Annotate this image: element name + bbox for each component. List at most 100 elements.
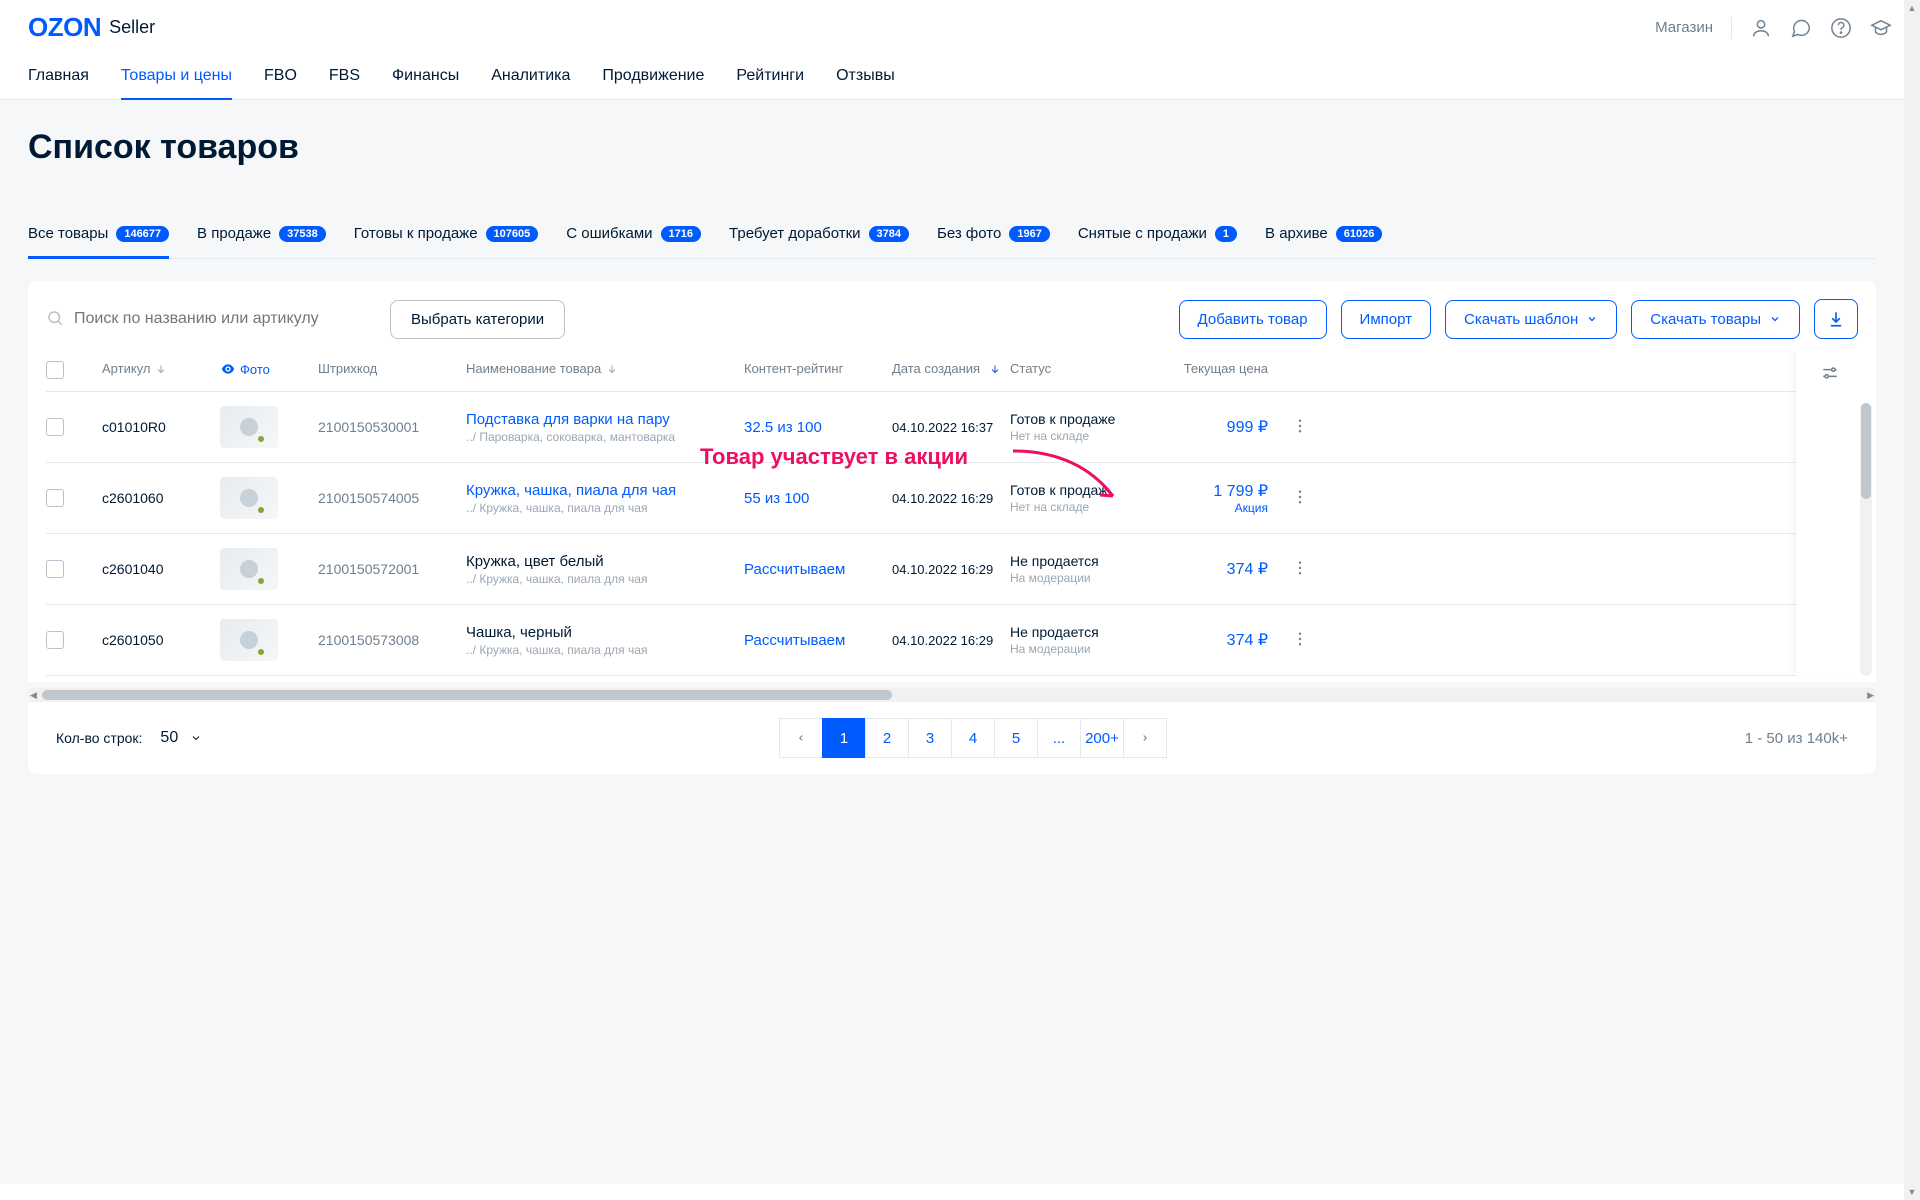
row-checkbox[interactable] bbox=[46, 631, 64, 649]
categories-button[interactable]: Выбрать категории bbox=[390, 300, 565, 339]
nav-item-6[interactable]: Продвижение bbox=[602, 55, 704, 99]
page-title: Список товаров bbox=[28, 128, 1876, 167]
store-link[interactable]: Магазин bbox=[1655, 19, 1713, 36]
scroll-up-icon[interactable]: ▲ bbox=[1904, 0, 1920, 16]
filter-tab-6[interactable]: Снятые с продажи1 bbox=[1078, 215, 1237, 258]
header-right: Магазин bbox=[1655, 17, 1892, 39]
table: Артикул Фото Штрихкод Наименование товар… bbox=[46, 349, 1858, 676]
product-name[interactable]: Кружка, чашка, пиала для чая bbox=[466, 482, 736, 499]
select-all-checkbox[interactable] bbox=[46, 361, 64, 379]
download-icon-button[interactable] bbox=[1814, 299, 1858, 339]
page-4[interactable]: 4 bbox=[951, 718, 995, 758]
nav-item-1[interactable]: Товары и цены bbox=[121, 55, 232, 99]
row-checkbox[interactable] bbox=[46, 560, 64, 578]
row-checkbox-cell bbox=[46, 489, 94, 507]
table-header: Артикул Фото Штрихкод Наименование товар… bbox=[46, 349, 1858, 392]
page-prev[interactable] bbox=[779, 718, 823, 758]
hscroll-thumb[interactable] bbox=[42, 690, 892, 700]
cell-name: Подставка для варки на пару ../ Пароварк… bbox=[466, 411, 736, 444]
download-template-button[interactable]: Скачать шаблон bbox=[1445, 300, 1617, 339]
filter-tab-3[interactable]: С ошибками1716 bbox=[566, 215, 701, 258]
vscroll-thumb[interactable] bbox=[1861, 403, 1871, 499]
page-5[interactable]: 5 bbox=[994, 718, 1038, 758]
cell-name: Кружка, чашка, пиала для чая ../ Кружка,… bbox=[466, 482, 736, 515]
th-photo[interactable]: Фото bbox=[220, 361, 310, 377]
row-checkbox-cell bbox=[46, 418, 94, 436]
filter-tab-0[interactable]: Все товары146677 bbox=[28, 215, 169, 258]
cell-price[interactable]: 374 ₽ bbox=[1158, 559, 1268, 579]
import-button[interactable]: Импорт bbox=[1341, 300, 1431, 339]
table-vscroll[interactable] bbox=[1860, 403, 1872, 676]
table-row: c2601040 2100150572001 Кружка, цвет белы… bbox=[46, 534, 1858, 605]
page-3[interactable]: 3 bbox=[908, 718, 952, 758]
nav-item-2[interactable]: FBO bbox=[264, 55, 297, 99]
cell-rating[interactable]: Рассчитываем bbox=[744, 561, 884, 578]
page-1[interactable]: 1 bbox=[822, 718, 866, 758]
row-menu-button[interactable] bbox=[1291, 630, 1309, 651]
filter-tab-1[interactable]: В продаже37538 bbox=[197, 215, 326, 258]
hscroll-right-icon[interactable]: ▶ bbox=[1867, 690, 1874, 701]
nav-item-8[interactable]: Отзывы bbox=[836, 55, 895, 99]
product-name[interactable]: Подставка для варки на пару bbox=[466, 411, 736, 428]
profile-icon[interactable] bbox=[1750, 17, 1772, 39]
rows-select[interactable]: 50 bbox=[160, 729, 202, 747]
scroll-down-icon[interactable]: ▼ bbox=[1904, 1184, 1920, 1200]
help-icon[interactable] bbox=[1830, 17, 1852, 39]
cell-article: c2601050 bbox=[102, 632, 212, 648]
filter-tab-7[interactable]: В архиве61026 bbox=[1265, 215, 1382, 258]
row-checkbox[interactable] bbox=[46, 418, 64, 436]
download-products-button[interactable]: Скачать товары bbox=[1631, 300, 1800, 339]
cell-photo bbox=[220, 406, 310, 448]
logo[interactable]: OZON Seller bbox=[28, 12, 155, 43]
badge: 146677 bbox=[116, 226, 169, 242]
education-icon[interactable] bbox=[1870, 17, 1892, 39]
cell-rating[interactable]: Рассчитываем bbox=[744, 632, 884, 649]
row-menu-button[interactable] bbox=[1291, 417, 1309, 438]
cell-status: Готов к продаж Нет на складе bbox=[1010, 482, 1150, 514]
nav-item-0[interactable]: Главная bbox=[28, 55, 89, 99]
toolbar: Выбрать категории Добавить товар Импорт … bbox=[46, 299, 1858, 339]
cell-rating[interactable]: 32.5 из 100 bbox=[744, 419, 884, 436]
cell-status: Не продается На модерации bbox=[1010, 624, 1150, 656]
product-thumb[interactable] bbox=[220, 619, 278, 661]
hscroll-left-icon[interactable]: ◀ bbox=[30, 690, 37, 701]
filter-tab-2[interactable]: Готовы к продаже107605 bbox=[354, 215, 539, 258]
nav-item-3[interactable]: FBS bbox=[329, 55, 360, 99]
badge: 37538 bbox=[279, 226, 326, 242]
page-next[interactable] bbox=[1123, 718, 1167, 758]
cell-article: c2601060 bbox=[102, 490, 212, 506]
th-article[interactable]: Артикул bbox=[102, 361, 212, 376]
cell-date: 04.10.2022 16:29 bbox=[892, 491, 1002, 506]
product-thumb[interactable] bbox=[220, 406, 278, 448]
filter-tab-5[interactable]: Без фото1967 bbox=[937, 215, 1050, 258]
th-name[interactable]: Наименование товара bbox=[466, 361, 736, 376]
th-date[interactable]: Дата создания bbox=[892, 361, 1002, 376]
row-menu-button[interactable] bbox=[1291, 559, 1309, 580]
nav-item-5[interactable]: Аналитика bbox=[491, 55, 570, 99]
filter-tab-4[interactable]: Требует доработки3784 bbox=[729, 215, 909, 258]
row-menu-button[interactable] bbox=[1291, 488, 1309, 509]
chat-icon[interactable] bbox=[1790, 17, 1812, 39]
th-checkbox bbox=[46, 361, 94, 379]
table-hscroll[interactable]: ◀ ▶ bbox=[28, 688, 1876, 702]
cell-rating[interactable]: 55 из 100 bbox=[744, 490, 884, 507]
page-...[interactable]: ... bbox=[1037, 718, 1081, 758]
cell-price[interactable]: 1 799 ₽ Акция bbox=[1158, 481, 1268, 515]
page-scrollbar[interactable]: ▲ ▼ bbox=[1904, 0, 1920, 1200]
th-rating: Контент-рейтинг bbox=[744, 361, 884, 376]
product-thumb[interactable] bbox=[220, 548, 278, 590]
table-settings-button[interactable] bbox=[1820, 363, 1840, 386]
nav-item-4[interactable]: Финансы bbox=[392, 55, 459, 99]
status-sub: Нет на складе bbox=[1010, 500, 1150, 514]
cell-price[interactable]: 999 ₽ bbox=[1158, 417, 1268, 437]
nav-item-7[interactable]: Рейтинги bbox=[736, 55, 804, 99]
row-checkbox[interactable] bbox=[46, 489, 64, 507]
cell-actions bbox=[1276, 488, 1324, 509]
page-200+[interactable]: 200+ bbox=[1080, 718, 1124, 758]
page-2[interactable]: 2 bbox=[865, 718, 909, 758]
cell-price[interactable]: 374 ₽ bbox=[1158, 630, 1268, 650]
search-input[interactable] bbox=[74, 310, 376, 328]
add-product-button[interactable]: Добавить товар bbox=[1179, 300, 1327, 339]
badge: 1716 bbox=[661, 226, 701, 242]
product-thumb[interactable] bbox=[220, 477, 278, 519]
